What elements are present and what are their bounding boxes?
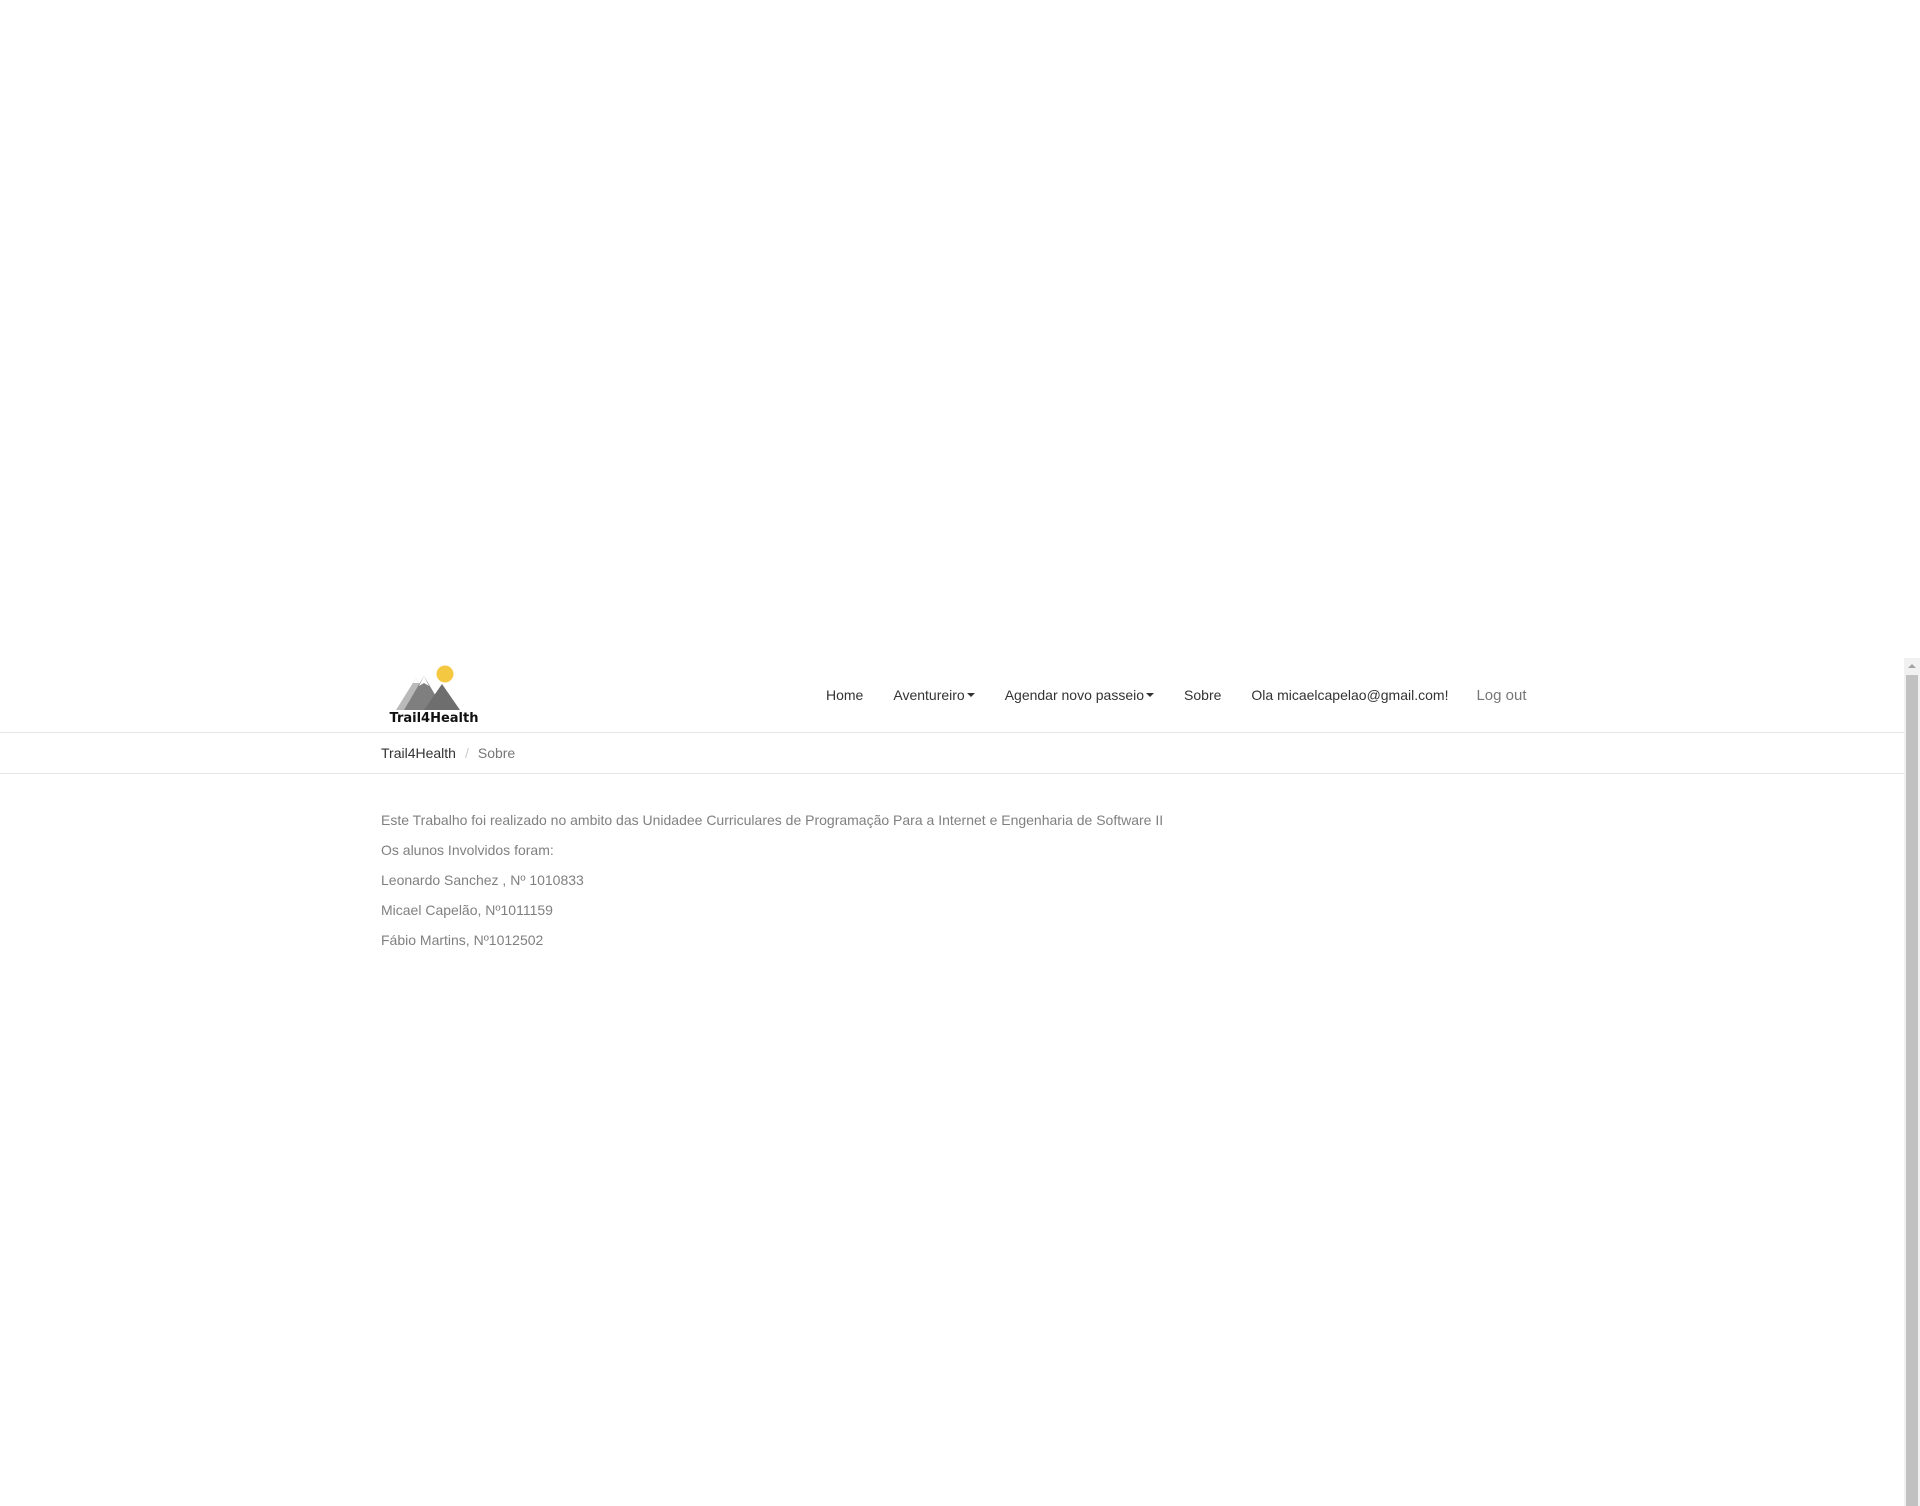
nav-home-label: Home (826, 687, 864, 703)
breadcrumb-current: Sobre (477, 745, 516, 761)
breadcrumb-separator: / (464, 745, 469, 761)
chevron-up-icon (1908, 664, 1916, 668)
breadcrumb-home-link[interactable]: Trail4Health (381, 745, 456, 761)
nav-user-greeting[interactable]: Ola micaelcapelao@gmail.com! (1251, 687, 1448, 703)
vertical-scrollbar[interactable] (1904, 658, 1920, 1506)
nav-home[interactable]: Home (826, 687, 863, 703)
breadcrumb-bar: Trail4Health / Sobre (0, 733, 1904, 774)
nav-agendar-label: Agendar novo passeio (1004, 687, 1145, 703)
logout-label: Log out (1476, 686, 1527, 704)
nav-links: Home Aventureiro Agendar novo passeio So… (826, 658, 1527, 732)
nav-user-greeting-label: Ola micaelcapelao@gmail.com! (1251, 687, 1449, 703)
caret-down-icon (1146, 693, 1155, 697)
about-content: Este Trabalho foi realizado no ambito da… (381, 812, 1581, 962)
nav-aventureiro-label: Aventureiro (893, 687, 965, 703)
nav-aventureiro-dropdown[interactable]: Aventureiro (893, 687, 975, 703)
logout-button[interactable]: Log out (1476, 687, 1526, 704)
student-item: Leonardo Sanchez , Nº 1010833 (381, 872, 584, 888)
student-item: Fábio Martins, Nº1012502 (381, 932, 544, 948)
caret-down-icon (966, 693, 975, 697)
navbar: Trail4Health Home Aventureiro Agendar no… (0, 658, 1904, 733)
logo-text: Trail4Health (390, 711, 479, 726)
scroll-up-button[interactable] (1904, 658, 1920, 674)
scrollbar-thumb[interactable] (1906, 675, 1918, 1506)
breadcrumb: Trail4Health / Sobre (381, 733, 515, 773)
student-item: Micael Capelão, Nº1011159 (381, 902, 553, 918)
students-heading: Os alunos Involvidos foram: (381, 842, 554, 858)
nav-agendar-dropdown[interactable]: Agendar novo passeio (1004, 687, 1155, 703)
nav-sobre-label: Sobre (1184, 687, 1222, 703)
page: Trail4Health Home Aventureiro Agendar no… (0, 0, 1920, 1506)
trail4health-logo[interactable]: Trail4Health (386, 664, 482, 726)
about-paragraph: Este Trabalho foi realizado no ambito da… (381, 812, 1164, 828)
nav-sobre[interactable]: Sobre (1184, 687, 1221, 703)
